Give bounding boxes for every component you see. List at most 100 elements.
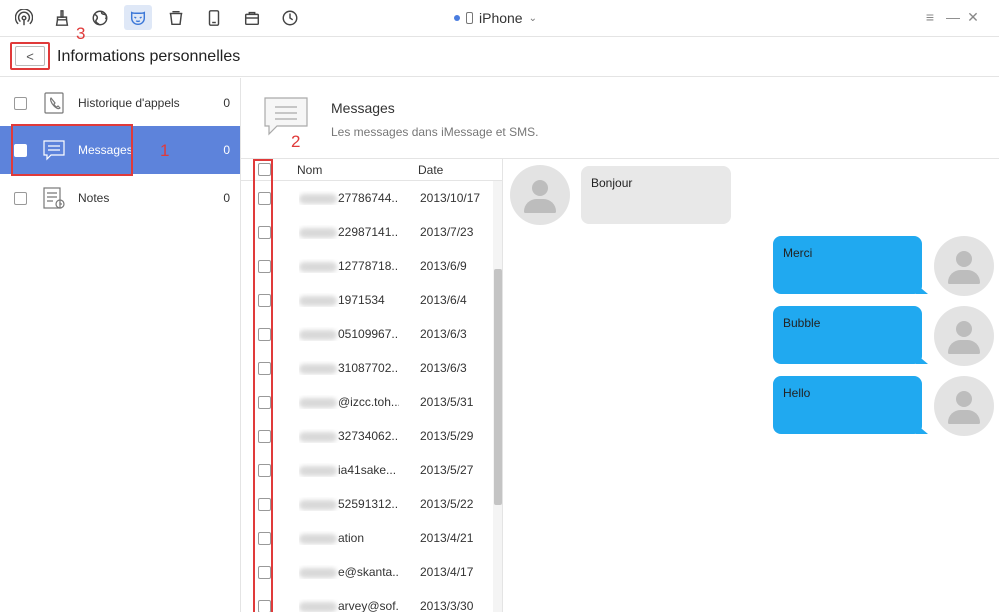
page-header: < Informations personnelles (0, 37, 999, 77)
table-row[interactable]: 27786744... 2013/10/17 (241, 181, 502, 215)
sidebar-item-count: 0 (223, 96, 230, 110)
message-date: 2013/5/29 (420, 429, 474, 443)
table-row[interactable]: ation 2013/4/21 (241, 521, 502, 555)
sidebar-item-count: 0 (223, 191, 230, 205)
message-date: 2013/3/30 (420, 599, 474, 612)
annotation-1: 1 (160, 141, 170, 160)
table-row[interactable]: @izcc.toh... 2013/5/31 (241, 385, 502, 419)
redacted-text (299, 567, 337, 578)
redacted-text (299, 533, 337, 544)
mask-icon[interactable] (124, 5, 152, 30)
scrollbar-thumb[interactable] (494, 269, 502, 505)
avatar (934, 306, 994, 366)
broom-icon[interactable] (48, 5, 76, 30)
message-bubble-outgoing: Merci (773, 236, 922, 294)
message-icon (264, 97, 308, 136)
message-list: Nom Date 27786744... 2013/10/17 22987141..… (241, 159, 503, 612)
chevron-down-icon: ⌄ (528, 12, 537, 24)
contact-name: 27786744... (299, 191, 399, 205)
message-date: 2013/5/27 (420, 463, 474, 477)
phone-icon (42, 91, 66, 115)
column-header-name[interactable]: Nom (297, 163, 322, 177)
page-title: Informations personnelles (57, 48, 241, 65)
minimize-button[interactable]: — (945, 9, 961, 25)
column-header-date[interactable]: Date (418, 163, 443, 177)
redacted-text (299, 261, 337, 272)
redacted-text (299, 329, 337, 340)
table-row[interactable]: 05109967... 2013/6/3 (241, 317, 502, 351)
table-row[interactable]: ia41sake... 2013/5/27 (241, 453, 502, 487)
checkbox[interactable] (14, 96, 27, 110)
table-row[interactable]: 31087702... 2013/6/3 (241, 351, 502, 385)
conversation-view: Bonjour Merci Bubble Hello (504, 159, 999, 612)
message-date: 2013/7/23 (420, 225, 474, 239)
table-row[interactable]: 12778718... 2013/6/9 (241, 249, 502, 283)
sidebar-item-count: 0 (223, 143, 230, 157)
message-date: 2013/5/31 (420, 395, 474, 409)
back-button[interactable]: < (10, 42, 50, 70)
avatar (510, 165, 570, 225)
checkbox[interactable] (14, 191, 27, 205)
contact-name: 22987141... (299, 225, 399, 239)
contact-name: 1971534 (299, 293, 399, 307)
message-date: 2013/10/17 (420, 191, 481, 205)
phone-icon (466, 12, 473, 24)
content-header: 2 Messages Les messages dans iMessage et… (241, 78, 999, 159)
message-date: 2013/5/22 (420, 497, 474, 511)
annotation-2: 2 (291, 132, 301, 151)
device-selector[interactable]: iPhone ⌄ (454, 10, 537, 26)
tablet-icon[interactable] (200, 5, 228, 30)
table-row[interactable]: 22987141... 2013/7/23 (241, 215, 502, 249)
history-icon[interactable] (276, 5, 304, 30)
contact-name: 31087702... (299, 361, 399, 375)
trash-icon[interactable] (162, 5, 190, 30)
table-row[interactable]: 52591312... 2013/5/22 (241, 487, 502, 521)
contact-name: 32734062... (299, 429, 399, 443)
contact-name: e@skanta... (299, 565, 399, 579)
sidebar-item-notes[interactable]: Notes 0 (0, 174, 240, 222)
close-button[interactable]: ✕ (965, 9, 981, 26)
sidebar-item-call-history[interactable]: Historique d'appels 0 (0, 79, 240, 127)
notes-icon (42, 186, 66, 210)
contact-name: 12778718... (299, 259, 399, 273)
redacted-text (299, 295, 337, 306)
content-subtitle: Les messages dans iMessage et SMS. (331, 125, 539, 139)
list-header: Nom Date (241, 159, 502, 181)
globe-icon[interactable] (86, 5, 114, 30)
redacted-text (299, 499, 337, 510)
highlight-box (253, 159, 273, 612)
top-toolbar: iPhone ⌄ ≡ — ✕ (0, 0, 999, 37)
menu-icon[interactable]: ≡ (922, 9, 938, 25)
message-date: 2013/4/17 (420, 565, 474, 579)
chevron-left-icon: < (15, 46, 45, 66)
table-row[interactable]: 1971534 2013/6/4 (241, 283, 502, 317)
table-row[interactable]: e@skanta... 2013/4/17 (241, 555, 502, 589)
redacted-text (299, 465, 337, 476)
redacted-text (299, 601, 337, 612)
toolbox-icon[interactable] (238, 5, 266, 30)
avatar (934, 376, 994, 436)
message-date: 2013/6/9 (420, 259, 467, 273)
message-bubble-incoming: Bonjour (581, 166, 731, 224)
sidebar-item-label: Historique d'appels (78, 96, 180, 110)
table-row[interactable]: 32734062... 2013/5/29 (241, 419, 502, 453)
redacted-text (299, 431, 337, 442)
wifi-icon[interactable] (10, 5, 38, 30)
redacted-text (299, 397, 337, 408)
redacted-text (299, 193, 337, 204)
message-date: 2013/4/21 (420, 531, 474, 545)
redacted-text (299, 227, 337, 238)
message-bubble-outgoing: Bubble (773, 306, 922, 364)
content-title: Messages (331, 100, 395, 116)
message-date: 2013/6/4 (420, 293, 467, 307)
sidebar-item-label: Notes (78, 191, 110, 205)
connection-dot (454, 15, 460, 21)
contact-name: @izcc.toh... (299, 395, 399, 409)
message-bubble-outgoing: Hello (773, 376, 922, 434)
highlight-box (11, 124, 133, 176)
contact-name: 05109967... (299, 327, 399, 341)
table-row[interactable]: arvey@sof... 2013/3/30 (241, 589, 502, 612)
message-date: 2013/6/3 (420, 361, 467, 375)
message-date: 2013/6/3 (420, 327, 467, 341)
redacted-text (299, 363, 337, 374)
